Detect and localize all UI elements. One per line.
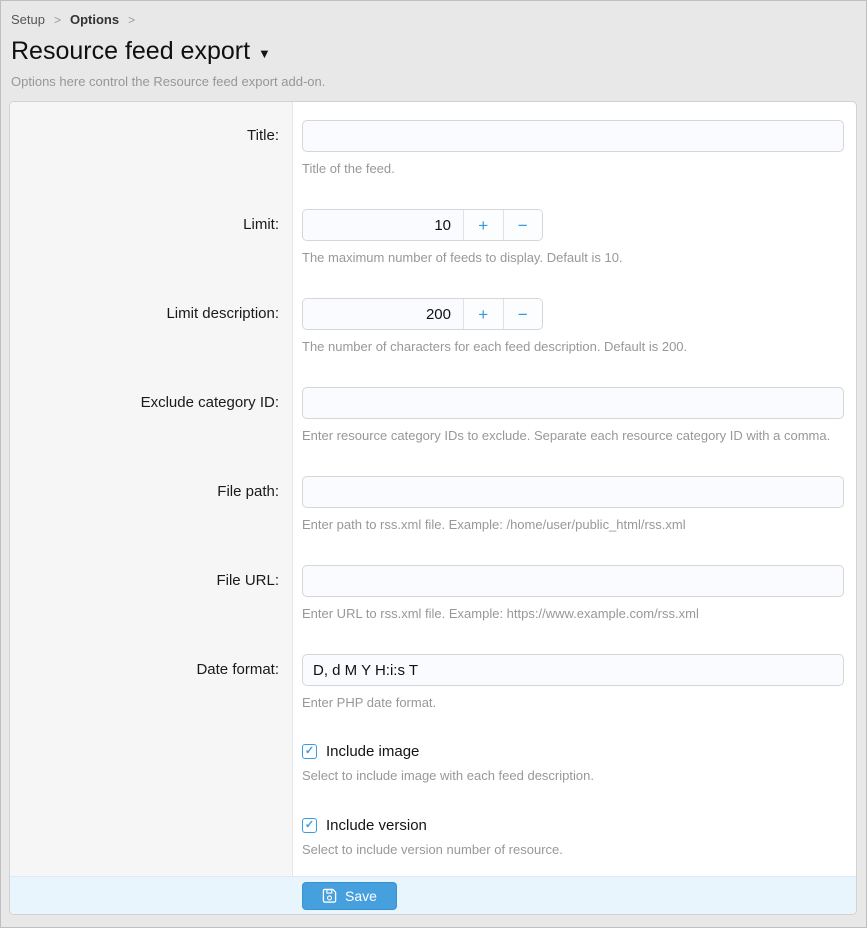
file-url-explain: Enter URL to rss.xml file. Example: http… bbox=[302, 606, 844, 622]
include-version-checkbox[interactable]: ✓ bbox=[302, 818, 317, 833]
chevron-down-icon[interactable]: ▼ bbox=[258, 42, 271, 61]
form-row-file-path: File path: Enter path to rss.xml file. E… bbox=[10, 476, 856, 533]
form-row-limit: Limit: + − The maximum number of feeds t… bbox=[10, 209, 856, 266]
include-version-checkbox-row[interactable]: ✓ Include version bbox=[302, 817, 844, 834]
limit-input[interactable] bbox=[303, 210, 463, 240]
form-row-title: Title: Title of the feed. bbox=[10, 120, 856, 177]
breadcrumb-setup[interactable]: Setup bbox=[11, 12, 45, 27]
breadcrumb-separator-icon: > bbox=[54, 13, 61, 27]
title-input[interactable] bbox=[302, 120, 844, 152]
form-row-file-url: File URL: Enter URL to rss.xml file. Exa… bbox=[10, 565, 856, 622]
file-path-label: File path: bbox=[10, 476, 293, 533]
form-row-include-image: ✓ Include image Select to include image … bbox=[10, 743, 856, 784]
include-image-label: Include image bbox=[326, 743, 419, 760]
save-icon bbox=[322, 888, 337, 903]
limit-description-increment-button[interactable]: + bbox=[463, 299, 503, 329]
date-format-label: Date format: bbox=[10, 654, 293, 711]
form-body: Title: Title of the feed. Limit: + − The… bbox=[10, 102, 856, 878]
page-header: Setup > Options > Resource feed export ▼… bbox=[1, 1, 866, 99]
breadcrumb-options[interactable]: Options bbox=[70, 12, 119, 27]
include-version-label: Include version bbox=[326, 817, 427, 834]
limit-description-input[interactable] bbox=[303, 299, 463, 329]
include-image-explain: Select to include image with each feed d… bbox=[302, 768, 844, 784]
file-path-explain: Enter path to rss.xml file. Example: /ho… bbox=[302, 517, 844, 533]
save-button-label: Save bbox=[345, 888, 377, 904]
include-image-checkbox-row[interactable]: ✓ Include image bbox=[302, 743, 844, 760]
title-explain: Title of the feed. bbox=[302, 161, 844, 177]
include-version-explain: Select to include version number of reso… bbox=[302, 842, 844, 858]
form-row-limit-description: Limit description: + − The number of cha… bbox=[10, 298, 856, 355]
page-title-text: Resource feed export bbox=[11, 37, 250, 66]
limit-label: Limit: bbox=[10, 209, 293, 266]
file-path-input[interactable] bbox=[302, 476, 844, 508]
exclude-category-id-label: Exclude category ID: bbox=[10, 387, 293, 444]
limit-explain: The maximum number of feeds to display. … bbox=[302, 250, 844, 266]
file-url-label: File URL: bbox=[10, 565, 293, 622]
breadcrumb: Setup > Options > bbox=[11, 12, 856, 27]
limit-description-decrement-button[interactable]: − bbox=[503, 299, 543, 329]
limit-increment-button[interactable]: + bbox=[463, 210, 503, 240]
exclude-category-id-input[interactable] bbox=[302, 387, 844, 419]
limit-description-explain: The number of characters for each feed d… bbox=[302, 339, 844, 355]
breadcrumb-separator-icon: > bbox=[128, 13, 135, 27]
include-image-checkbox[interactable]: ✓ bbox=[302, 744, 317, 759]
limit-spinner: + − bbox=[302, 209, 543, 241]
form-row-date-format: Date format: Enter PHP date format. bbox=[10, 654, 856, 711]
date-format-input[interactable] bbox=[302, 654, 844, 686]
options-form-panel: Title: Title of the feed. Limit: + − The… bbox=[9, 101, 857, 915]
form-row-include-version: ✓ Include version Select to include vers… bbox=[10, 817, 856, 858]
form-footer: Save bbox=[10, 876, 856, 914]
date-format-explain: Enter PHP date format. bbox=[302, 695, 844, 711]
limit-description-label: Limit description: bbox=[10, 298, 293, 355]
form-row-exclude-category-id: Exclude category ID: Enter resource cate… bbox=[10, 387, 856, 444]
limit-decrement-button[interactable]: − bbox=[503, 210, 543, 240]
page-subtitle: Options here control the Resource feed e… bbox=[11, 74, 856, 99]
limit-description-spinner: + − bbox=[302, 298, 543, 330]
title-label: Title: bbox=[10, 120, 293, 177]
page-title: Resource feed export ▼ bbox=[11, 37, 856, 66]
options-page: Setup > Options > Resource feed export ▼… bbox=[0, 0, 867, 928]
file-url-input[interactable] bbox=[302, 565, 844, 597]
exclude-category-id-explain: Enter resource category IDs to exclude. … bbox=[302, 428, 844, 444]
save-button[interactable]: Save bbox=[302, 882, 397, 910]
